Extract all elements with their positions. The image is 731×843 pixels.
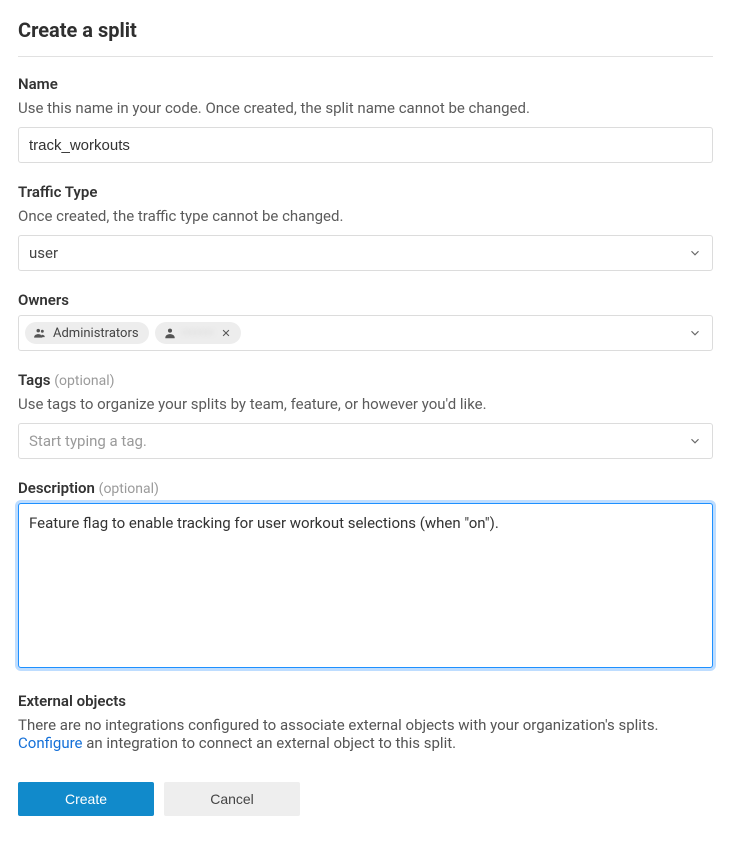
tags-label: Tags xyxy=(18,371,51,389)
cancel-button[interactable]: Cancel xyxy=(164,782,300,816)
tags-placeholder: Start typing a tag. xyxy=(29,432,147,450)
traffic-type-value: user xyxy=(29,244,58,262)
traffic-type-select[interactable]: user xyxy=(18,235,713,271)
configure-link[interactable]: Configure xyxy=(18,734,83,752)
divider xyxy=(18,56,713,57)
name-field: Name Use this name in your code. Once cr… xyxy=(18,75,713,163)
owner-chip-user[interactable]: ······ xyxy=(155,322,241,344)
external-objects-field: External objects There are no integratio… xyxy=(18,692,713,752)
owner-chip-label: ······ xyxy=(183,326,215,341)
owner-chip-label: Administrators xyxy=(53,326,139,341)
tags-hint: Use tags to organize your splits by team… xyxy=(18,395,713,413)
external-objects-text-before: There are no integrations configured to … xyxy=(18,716,659,734)
tags-select[interactable]: Start typing a tag. xyxy=(18,423,713,459)
name-input[interactable] xyxy=(18,127,713,163)
external-objects-text-after: an integration to connect an external ob… xyxy=(86,734,456,752)
traffic-type-hint: Once created, the traffic type cannot be… xyxy=(18,207,713,225)
description-label-row: Description (optional) xyxy=(18,479,713,497)
page-title: Create a split xyxy=(18,18,713,42)
chevron-down-icon xyxy=(688,326,702,340)
external-objects-label: External objects xyxy=(18,692,713,710)
traffic-type-label: Traffic Type xyxy=(18,183,713,201)
owner-chip-administrators[interactable]: Administrators xyxy=(25,322,149,344)
tags-field: Tags (optional) Use tags to organize you… xyxy=(18,371,713,459)
create-button[interactable]: Create xyxy=(18,782,154,816)
tags-label-row: Tags (optional) xyxy=(18,371,713,389)
description-field: Description (optional) xyxy=(18,479,713,672)
external-objects-text: There are no integrations configured to … xyxy=(18,716,713,752)
name-hint: Use this name in your code. Once created… xyxy=(18,99,713,117)
name-label: Name xyxy=(18,75,713,93)
owners-select[interactable]: Administrators ······ xyxy=(18,315,713,351)
chevron-down-icon xyxy=(688,434,702,448)
owners-label: Owners xyxy=(18,291,713,309)
owners-field: Owners Administrators ······ xyxy=(18,291,713,351)
description-label: Description xyxy=(18,479,95,497)
description-optional: (optional) xyxy=(99,481,159,497)
description-textarea[interactable] xyxy=(18,503,713,668)
button-row: Create Cancel xyxy=(18,782,713,816)
group-icon xyxy=(33,326,47,340)
close-icon[interactable] xyxy=(221,328,231,338)
chevron-down-icon xyxy=(688,246,702,260)
traffic-type-field: Traffic Type Once created, the traffic t… xyxy=(18,183,713,271)
person-icon xyxy=(163,326,177,340)
tags-optional: (optional) xyxy=(54,373,114,389)
